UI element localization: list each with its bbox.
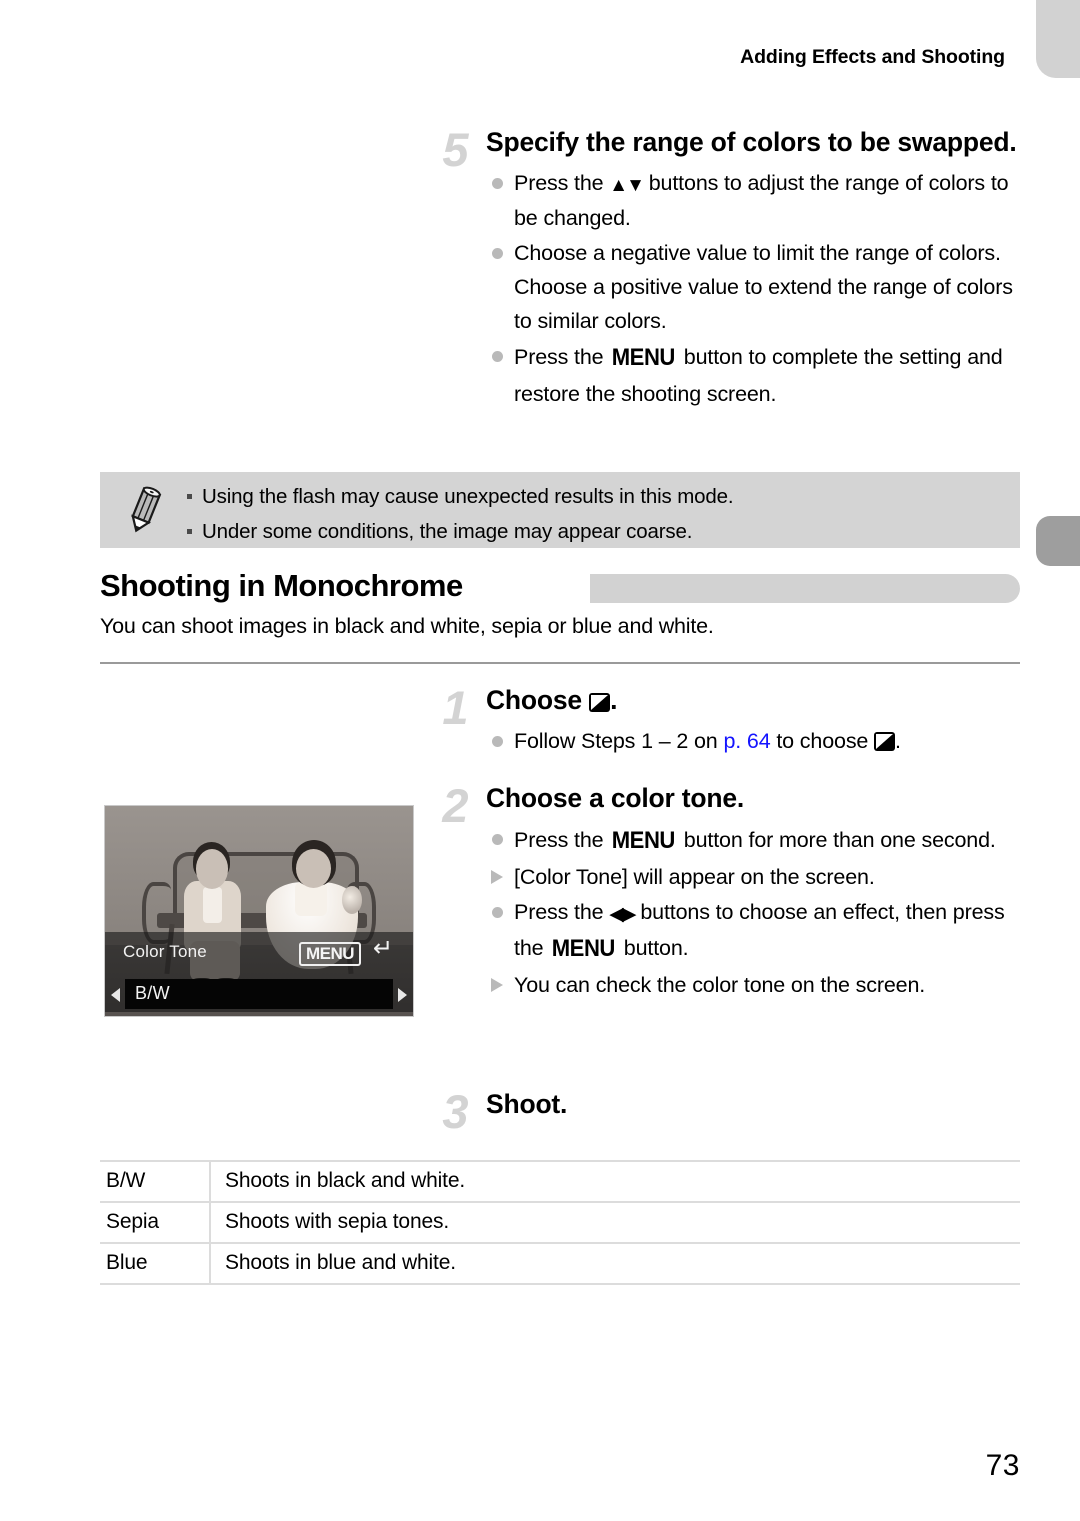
note-item: Using the flash may cause unexpected res… xyxy=(180,479,1010,514)
table-row: B/W Shoots in black and white. xyxy=(100,1160,1020,1202)
girl-face xyxy=(296,848,332,888)
pencil-icon xyxy=(131,486,162,533)
bullet-text: Choose a negative value to limit the ran… xyxy=(514,240,1013,334)
up-down-arrows-icon: ▲▼ xyxy=(609,174,645,196)
return-arrow-icon: ↵ xyxy=(372,935,393,962)
camera-selected-value: B/W xyxy=(135,983,170,1003)
step-5-bullets: Press the ▲▼ buttons to adjust the range… xyxy=(486,166,1020,412)
note-item: Under some conditions, the image may app… xyxy=(180,514,1010,549)
bullet-item: Press the MENU button for more than one … xyxy=(486,822,1020,860)
step-2: 2 Choose a color tone. Press the MENU bu… xyxy=(432,782,1020,1003)
step-1-title-post: . xyxy=(610,685,618,715)
menu-button-glyph: MENU xyxy=(612,343,676,371)
manual-page: Adding Effects and Shooting 5 Specify th… xyxy=(0,0,1080,1521)
bullet-text-mid: to choose xyxy=(770,728,875,753)
step-3: 3 Shoot. xyxy=(432,1088,1020,1135)
table-cell-key: B/W xyxy=(100,1160,211,1202)
bullet-text-pre: Press the xyxy=(514,170,610,195)
table-cell-value: Shoots in blue and white. xyxy=(210,1242,1020,1285)
step-2-title: Choose a color tone. xyxy=(486,783,745,813)
section-heading: Shooting in Monochrome xyxy=(100,568,1020,610)
note-list: Using the flash may cause unexpected res… xyxy=(180,479,1010,550)
camera-menu-button[interactable]: MENU xyxy=(298,942,361,967)
bullet-item: Follow Steps 1 – 2 on p. 64 to choose . xyxy=(486,724,1020,758)
table-row: Blue Shoots in blue and white. xyxy=(100,1242,1020,1285)
step-1-bullets: Follow Steps 1 – 2 on p. 64 to choose . xyxy=(486,724,1020,758)
left-right-arrows-icon: ◀▶ xyxy=(609,903,636,925)
bullet-item: Choose a negative value to limit the ran… xyxy=(486,236,1020,339)
bullet-text: You can check the color tone on the scre… xyxy=(514,973,926,998)
bullet-text-post: . xyxy=(895,728,901,753)
flower-bouquet xyxy=(341,886,362,915)
step-1-title: Choose . xyxy=(486,684,1020,718)
bullet-text-pre: Press the xyxy=(514,899,610,924)
bullet-item: Press the ◀▶ buttons to choose an effect… xyxy=(486,895,1020,969)
step-5: 5 Specify the range of colors to be swap… xyxy=(432,126,1020,412)
camera-osd-label: Color Tone xyxy=(123,942,207,961)
step-5-title: Specify the range of colors to be swappe… xyxy=(486,127,1017,157)
table-row: Sepia Shoots with sepia tones. xyxy=(100,1201,1020,1243)
table-cell-key: Sepia xyxy=(100,1201,211,1243)
table-cell-key: Blue xyxy=(100,1242,211,1285)
bullet-item: [Color Tone] will appear on the screen. xyxy=(486,860,1020,894)
step-1: 1 Choose . Follow Steps 1 – 2 on p. 64 t… xyxy=(432,684,1020,758)
running-header: Adding Effects and Shooting xyxy=(740,46,1005,68)
chapter-tab-top xyxy=(1036,0,1080,78)
next-arrow-icon[interactable] xyxy=(398,988,407,1002)
monochrome-mode-icon xyxy=(589,693,611,712)
bullet-item: Press the ▲▼ buttons to adjust the range… xyxy=(486,166,1020,236)
bullet-text-post: button for more than one second. xyxy=(677,827,996,852)
bullet-item: Press the MENU button to complete the se… xyxy=(486,339,1020,412)
step-3-number: 3 xyxy=(442,1085,468,1138)
bullet-text-pre: Press the xyxy=(514,827,610,852)
step-1-title-pre: Choose xyxy=(486,685,590,715)
section-subtitle: You can shoot images in black and white,… xyxy=(100,614,714,638)
monochrome-mode-icon xyxy=(874,731,896,751)
bullet-item: You can check the color tone on the scre… xyxy=(486,968,1020,1002)
camera-screen-illustration: Color Tone MENU ↵ B/W xyxy=(104,805,414,1017)
boy-shirt xyxy=(202,887,223,924)
table-cell-value: Shoots in black and white. xyxy=(210,1160,1020,1202)
menu-button-glyph: MENU xyxy=(612,826,676,854)
step-1-number: 1 xyxy=(442,681,468,734)
step-2-bullets: Press the MENU button for more than one … xyxy=(486,822,1020,1003)
step-5-number: 5 xyxy=(442,123,468,176)
color-tone-table: B/W Shoots in black and white. Sepia Sho… xyxy=(100,1160,1020,1285)
step-2-number: 2 xyxy=(442,779,468,832)
bullet-text-pre: Follow Steps 1 – 2 on xyxy=(514,728,724,753)
note-box: Using the flash may cause unexpected res… xyxy=(100,472,1020,548)
section-heading-bar xyxy=(590,574,1020,603)
chapter-tab-active xyxy=(1036,516,1080,566)
bullet-text-pre: Press the xyxy=(514,344,610,369)
menu-button-glyph: MENU xyxy=(552,935,616,963)
page-reference-link[interactable]: p. 64 xyxy=(723,729,770,753)
prev-arrow-icon[interactable] xyxy=(111,988,120,1002)
step-3-title: Shoot. xyxy=(486,1089,568,1119)
bullet-text: [Color Tone] will appear on the screen. xyxy=(514,865,875,890)
section-heading-title: Shooting in Monochrome xyxy=(100,568,475,604)
section-divider xyxy=(100,662,1020,664)
table-cell-value: Shoots with sepia tones. xyxy=(210,1201,1020,1243)
boy-face xyxy=(195,849,228,889)
bullet-text-post2: button. xyxy=(617,936,689,961)
page-number: 73 xyxy=(985,1449,1020,1482)
